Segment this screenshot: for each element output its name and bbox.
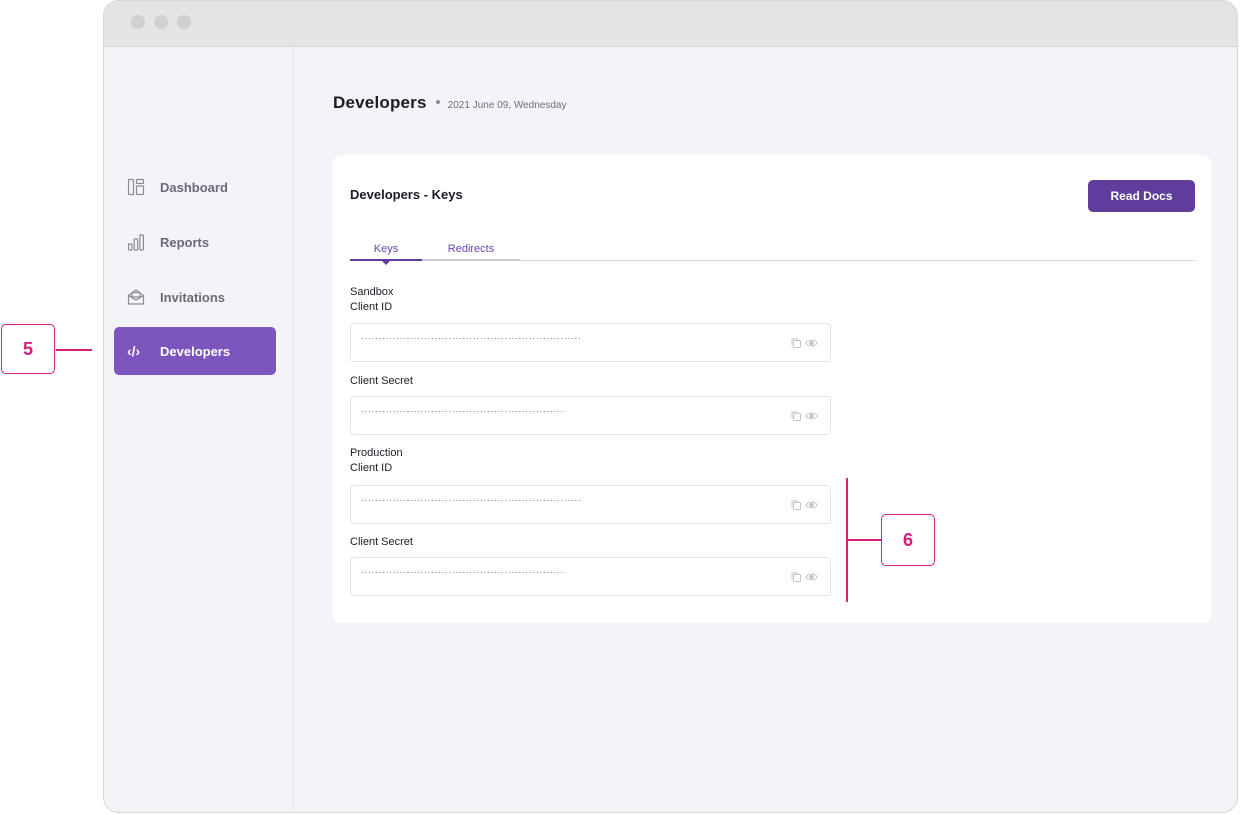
sidebar-item-reports[interactable]: Reports bbox=[114, 218, 276, 266]
reports-icon bbox=[127, 232, 149, 252]
sidebar: Dashboard Reports Invitations ‹/› Develo… bbox=[104, 47, 294, 812]
title-separator-dot bbox=[435, 100, 440, 104]
production-client-secret-label: Client Secret bbox=[350, 536, 413, 548]
sidebar-item-label: Invitations bbox=[160, 289, 226, 305]
eye-icon[interactable] bbox=[805, 338, 818, 348]
sidebar-item-label: Dashboard bbox=[160, 179, 228, 195]
sidebar-item-dashboard[interactable]: Dashboard bbox=[114, 163, 276, 211]
sandbox-section-label: Sandbox bbox=[350, 286, 394, 298]
active-tab-caret-icon bbox=[382, 261, 390, 265]
page-title: Developers bbox=[333, 93, 427, 112]
eye-icon[interactable] bbox=[805, 411, 818, 421]
developer-keys-card: Developers - Keys Read Docs Keys Redirec… bbox=[333, 155, 1211, 623]
callout-6: 6 bbox=[881, 514, 935, 566]
production-client-id-label: Client ID bbox=[350, 462, 393, 474]
eye-icon[interactable] bbox=[805, 572, 818, 582]
page-header: Developers 2021 June 09, Wednesday bbox=[333, 93, 566, 113]
production-client-secret-field[interactable]: ········································… bbox=[350, 557, 831, 596]
dashboard-icon bbox=[127, 177, 149, 197]
sidebar-item-developers[interactable]: ‹/› Developers bbox=[114, 327, 276, 375]
window-minimize-dot[interactable] bbox=[154, 15, 168, 29]
sandbox-client-secret-label: Client Secret bbox=[350, 375, 413, 387]
copy-icon[interactable] bbox=[790, 571, 802, 583]
tab-label: Keys bbox=[373, 243, 399, 255]
code-icon: ‹/› bbox=[127, 343, 141, 359]
tab-label: Redirects bbox=[447, 243, 495, 255]
keys-tabs: Keys Redirects bbox=[350, 243, 1195, 265]
tab-keys[interactable]: Keys bbox=[350, 243, 422, 265]
copy-icon[interactable] bbox=[790, 410, 802, 422]
card-title: Developers - Keys bbox=[350, 187, 463, 202]
sidebar-item-invitations[interactable]: Invitations bbox=[114, 273, 276, 321]
sandbox-client-secret-value: ········································… bbox=[361, 406, 564, 416]
eye-icon[interactable] bbox=[805, 500, 818, 510]
production-section-label: Production bbox=[350, 447, 403, 459]
copy-icon[interactable] bbox=[790, 337, 802, 349]
production-client-id-field[interactable]: ········································… bbox=[350, 485, 831, 524]
production-client-id-value: ········································… bbox=[361, 495, 582, 505]
tab-redirects[interactable]: Redirects bbox=[422, 243, 520, 261]
window-close-dot[interactable] bbox=[131, 15, 145, 29]
callout-5: 5 bbox=[1, 324, 55, 374]
window-titlebar bbox=[104, 1, 1237, 47]
copy-icon[interactable] bbox=[790, 499, 802, 511]
window-maximize-dot[interactable] bbox=[177, 15, 191, 29]
browser-window: Dashboard Reports Invitations ‹/› Develo… bbox=[103, 0, 1238, 813]
callout-6-connector bbox=[847, 539, 881, 541]
sandbox-client-id-label: Client ID bbox=[350, 301, 393, 313]
invitations-icon bbox=[127, 287, 149, 307]
page-date: 2021 June 09, Wednesday bbox=[447, 100, 567, 111]
read-docs-button[interactable]: Read Docs bbox=[1088, 180, 1195, 212]
sandbox-client-id-value: ········································… bbox=[361, 333, 582, 343]
production-client-secret-value: ········································… bbox=[361, 567, 564, 577]
callout-5-connector bbox=[56, 349, 92, 351]
sidebar-item-label: Reports bbox=[160, 234, 210, 250]
sidebar-item-label: Developers bbox=[160, 343, 231, 359]
main-content: Developers 2021 June 09, Wednesday Devel… bbox=[295, 47, 1237, 812]
sandbox-client-secret-field[interactable]: ········································… bbox=[350, 396, 831, 435]
sandbox-client-id-field[interactable]: ········································… bbox=[350, 323, 831, 362]
